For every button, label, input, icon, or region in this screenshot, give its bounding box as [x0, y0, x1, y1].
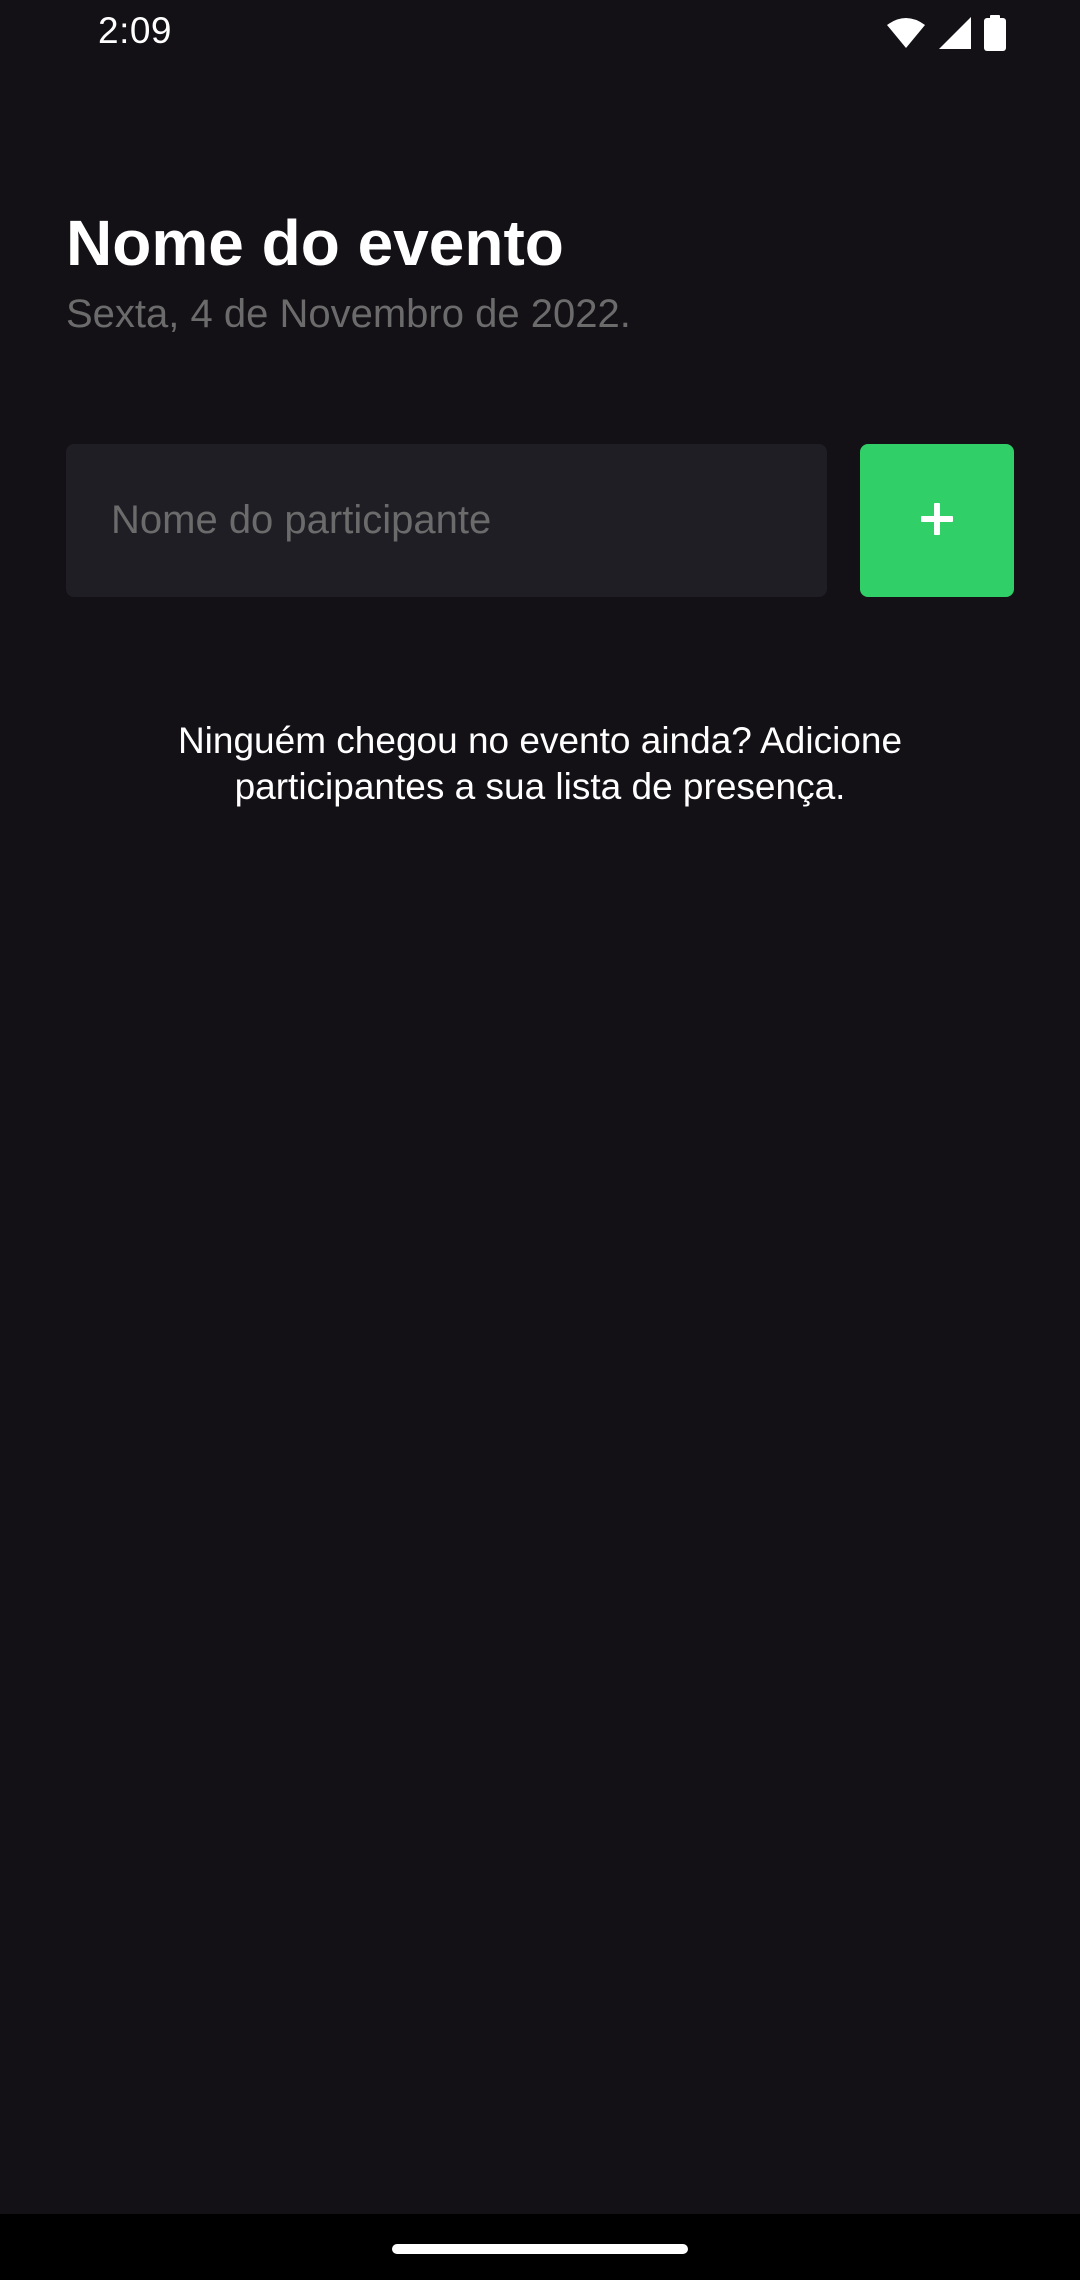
wifi-icon [886, 17, 926, 49]
status-time: 2:09 [98, 10, 173, 51]
app-screen: 2:09 Nome do evento Sexta, 4 de Novembro… [0, 0, 1080, 2214]
event-date: Sexta, 4 de Novembro de 2022. [66, 292, 631, 336]
event-title: Nome do evento [66, 207, 564, 279]
navigation-bar [0, 2214, 1080, 2280]
signal-icon [938, 16, 972, 50]
empty-list-message: Ninguém chegou no evento ainda? Adicione… [177, 720, 903, 807]
participant-name-input[interactable] [66, 444, 827, 597]
status-bar: 2:09 [0, 0, 1080, 66]
status-icons [886, 14, 1006, 52]
plus-icon [919, 501, 955, 540]
add-participant-button[interactable] [860, 444, 1014, 597]
home-indicator[interactable] [392, 2244, 688, 2254]
battery-icon [984, 15, 1006, 51]
